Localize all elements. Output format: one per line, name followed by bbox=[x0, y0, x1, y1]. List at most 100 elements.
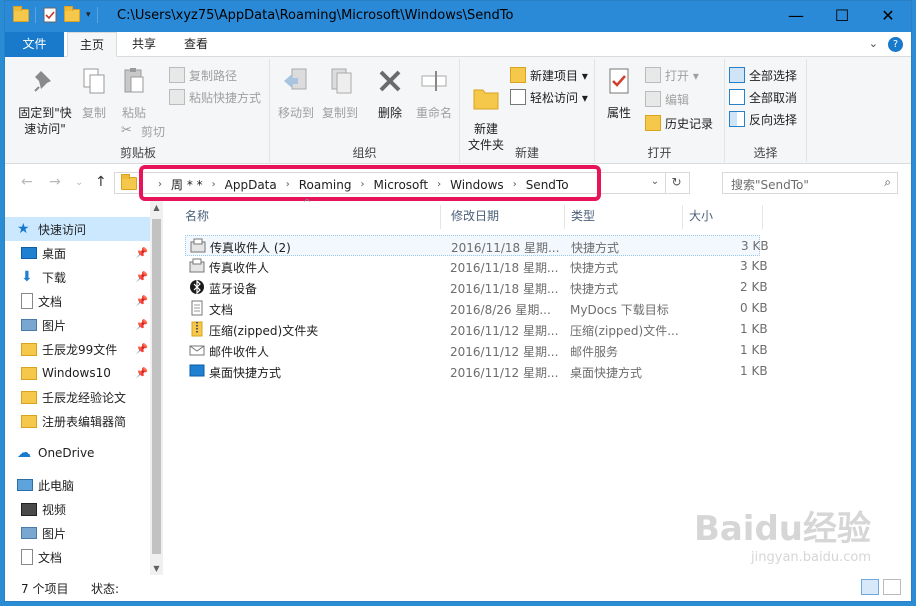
file-date: 2016/11/18 星期... bbox=[451, 241, 560, 255]
table-row[interactable]: 蓝牙设备 2016/11/18 星期... 快捷方式 2 KB bbox=[185, 277, 768, 298]
pictures-icon bbox=[21, 527, 37, 539]
tab-view[interactable]: 查看 bbox=[171, 32, 221, 57]
move-to-button[interactable]: 移动到 bbox=[276, 65, 316, 121]
organize-group-label: 组织 bbox=[352, 146, 377, 160]
nav-this-pc[interactable]: 此电脑 bbox=[5, 473, 150, 497]
window-title: C:\Users\xyz75\AppData\Roaming\Microsoft… bbox=[117, 8, 514, 23]
copy-path-icon bbox=[169, 67, 185, 83]
back-arrow-icon[interactable]: ← bbox=[21, 174, 33, 190]
help-icon[interactable]: ? bbox=[888, 37, 903, 52]
expand-ribbon-icon[interactable]: ⌄ bbox=[869, 37, 878, 52]
pin-to-quick-access-button[interactable]: 固定到"快速访问" bbox=[15, 65, 75, 137]
nav-item-desktop[interactable]: 桌面 📌 bbox=[21, 241, 150, 265]
column-size[interactable]: 大小 bbox=[683, 205, 763, 229]
copy-to-button[interactable]: 复制到 bbox=[320, 65, 360, 121]
nav-item-folder-2[interactable]: Windows10 📌 bbox=[21, 361, 150, 385]
nav-item-folder-4[interactable]: 注册表编辑器简 bbox=[21, 409, 150, 433]
nav-item-pictures[interactable]: 图片 📌 bbox=[21, 313, 150, 337]
scroll-down-icon[interactable]: ▼ bbox=[150, 564, 163, 573]
select-all-button[interactable]: 全部选择 bbox=[729, 65, 797, 85]
new-folder-icon[interactable] bbox=[64, 5, 80, 22]
column-date[interactable]: 修改日期 bbox=[445, 205, 565, 229]
nav-pc-pictures[interactable]: 图片 bbox=[21, 521, 150, 545]
search-input[interactable]: 搜索"SendTo" ⌕ bbox=[722, 172, 898, 194]
nav-scroll-thumb[interactable] bbox=[152, 219, 161, 554]
recent-dropdown-icon[interactable]: ⌄ bbox=[75, 177, 83, 188]
file-date: 2016/11/18 星期... bbox=[450, 261, 559, 275]
properties-button[interactable]: 属性 bbox=[601, 65, 637, 121]
select-all-icon bbox=[729, 67, 745, 83]
address-highlight-annotation bbox=[139, 165, 601, 201]
refresh-icon[interactable]: ↻ bbox=[665, 172, 687, 194]
nav-pc-documents[interactable]: 文档 bbox=[21, 545, 150, 569]
nav-item-documents[interactable]: 文档 📌 bbox=[21, 289, 150, 313]
paste-shortcut-button[interactable]: 粘贴快捷方式 bbox=[169, 87, 261, 107]
nav-item-folder-1[interactable]: 壬辰龙99文件 📌 bbox=[21, 337, 150, 361]
star-icon: ★ bbox=[17, 221, 30, 237]
properties-check-icon[interactable] bbox=[42, 7, 58, 23]
computer-icon bbox=[17, 479, 33, 491]
file-date: 2016/11/12 星期... bbox=[450, 324, 559, 338]
file-size: 3 KB bbox=[741, 239, 769, 253]
close-button[interactable]: ✕ bbox=[865, 1, 911, 32]
scroll-up-icon[interactable]: ▲ bbox=[150, 203, 163, 212]
file-type: 压缩(zipped)文件... bbox=[570, 324, 679, 338]
nav-item-downloads[interactable]: ⬇ 下载 📌 bbox=[21, 265, 150, 289]
edit-button[interactable]: 编辑 bbox=[645, 89, 689, 109]
status-bar: 7 个项目 状态: bbox=[5, 575, 911, 601]
pin-icon: 📌 bbox=[135, 247, 148, 259]
nav-quick-access[interactable]: ★ 快速访问 bbox=[5, 217, 150, 241]
file-size: 0 KB bbox=[740, 301, 768, 315]
status-label: 状态: bbox=[91, 582, 120, 596]
copy-button[interactable]: 复制 bbox=[77, 65, 111, 121]
organize-group: 移动到 复制到 删除 重命名 组织 bbox=[270, 59, 460, 162]
zip-folder-icon bbox=[191, 321, 203, 337]
file-size: 1 KB bbox=[740, 364, 768, 378]
file-name: 蓝牙设备 bbox=[209, 282, 258, 296]
file-type: 桌面快捷方式 bbox=[570, 366, 643, 380]
large-icons-view-icon[interactable] bbox=[883, 579, 901, 595]
address-dropdown-icon[interactable]: ⌄ bbox=[645, 172, 665, 194]
maximize-button[interactable]: ☐ bbox=[819, 1, 865, 32]
file-type: 快捷方式 bbox=[570, 282, 619, 296]
nav-item-folder-3[interactable]: 壬辰龙经验论文 bbox=[21, 385, 150, 409]
qat-dropdown-icon[interactable]: ▾ bbox=[86, 10, 91, 20]
column-type[interactable]: 类型 bbox=[565, 205, 683, 229]
nav-onedrive[interactable]: ☁ OneDrive bbox=[5, 441, 150, 465]
open-button[interactable]: 打开 ▾ bbox=[645, 65, 699, 85]
details-view-icon[interactable] bbox=[861, 579, 879, 595]
delete-x-icon bbox=[379, 70, 401, 92]
open-group-label: 打开 bbox=[647, 146, 672, 160]
select-none-button[interactable]: 全部取消 bbox=[729, 87, 797, 107]
table-row[interactable]: 压缩(zipped)文件夹 2016/11/12 星期... 压缩(zipped… bbox=[185, 319, 768, 340]
paste-button[interactable]: 粘贴 bbox=[115, 65, 153, 121]
new-item-button[interactable]: 新建项目 ▾ bbox=[510, 65, 588, 85]
invert-selection-button[interactable]: 反向选择 bbox=[729, 109, 797, 129]
item-count: 7 个项目 bbox=[21, 582, 69, 596]
copy-path-button[interactable]: 复制路径 bbox=[169, 65, 237, 85]
clipboard-group-label: 剪贴板 bbox=[119, 146, 156, 160]
forward-arrow-icon[interactable]: → bbox=[49, 174, 61, 190]
table-row[interactable]: 传真收件人 (2) 2016/11/18 星期... 快捷方式 3 KB bbox=[185, 235, 769, 256]
minimize-button[interactable]: — bbox=[773, 1, 819, 32]
table-row[interactable]: 文档 2016/8/26 星期... MyDocs 下载目标 0 KB bbox=[185, 298, 768, 319]
rename-button[interactable]: 重命名 bbox=[412, 65, 456, 121]
tab-file[interactable]: 文件 bbox=[5, 32, 64, 57]
up-arrow-icon[interactable]: ↑ bbox=[95, 174, 107, 190]
pin-icon: 📌 bbox=[135, 271, 148, 283]
column-name[interactable]: 名称 bbox=[179, 205, 441, 229]
nav-pc-videos[interactable]: 视频 bbox=[21, 497, 150, 521]
select-group-label: 选择 bbox=[753, 146, 778, 160]
table-row[interactable]: 桌面快捷方式 2016/11/12 星期... 桌面快捷方式 1 KB bbox=[185, 361, 768, 382]
easy-access-button[interactable]: 轻松访问 ▾ bbox=[510, 87, 588, 107]
tab-home[interactable]: 主页 bbox=[67, 32, 117, 57]
table-row[interactable]: 邮件收件人 2016/11/12 星期... 邮件服务 1 KB bbox=[185, 340, 768, 361]
nav-scrollbar[interactable]: ▲ ▼ bbox=[150, 201, 163, 575]
tab-share[interactable]: 共享 bbox=[119, 32, 169, 57]
history-button[interactable]: 历史记录 bbox=[645, 113, 713, 133]
table-row[interactable]: 传真收件人 2016/11/18 星期... 快捷方式 3 KB bbox=[185, 256, 768, 277]
delete-button[interactable]: 删除 bbox=[370, 65, 410, 121]
new-folder-icon bbox=[473, 89, 499, 110]
cut-button[interactable]: ✂ 剪切 bbox=[121, 121, 165, 141]
new-group: 新建 文件夹 新建项目 ▾ 轻松访问 ▾ 新建 bbox=[460, 59, 595, 162]
